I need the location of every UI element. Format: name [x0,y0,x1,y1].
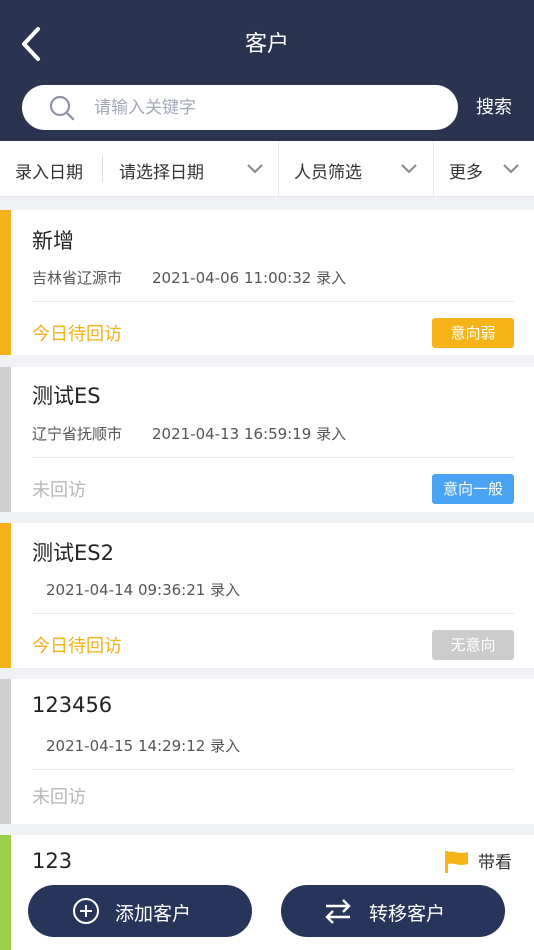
intent-badge: 意向一般 [432,474,514,504]
add-customer-label: 添加客户 [115,903,192,925]
customer-card[interactable]: 123456 2021-04-15 14:29:12 录入 未回访 [0,679,534,824]
search-input[interactable] [94,91,444,124]
divider [32,613,514,614]
add-customer-button[interactable]: 添加客户 [28,885,252,937]
flag-icon [445,851,468,873]
customer-region: 辽宁省抚顺市 [32,425,123,443]
search-button[interactable]: 搜索 [470,93,518,119]
divider [32,457,514,458]
customer-card[interactable]: 测试ES 辽宁省抚顺市 2021-04-13 16:59:19 录入 未回访 意… [0,367,534,512]
entry-time: 2021-04-06 11:00:32 录入 [152,269,347,287]
status-stripe [0,835,11,950]
transfer-customer-button[interactable]: 转移客户 [281,885,505,937]
search-box[interactable] [22,85,458,130]
filter-divider [278,141,279,197]
customer-name: 新增 [32,229,74,253]
entry-time: 2021-04-15 14:29:12 录入 [46,737,241,755]
customer-card[interactable]: 新增 吉林省辽源市 2021-04-06 11:00:32 录入 今日待回访 意… [0,210,534,355]
staff-filter[interactable]: 人员筛选 [294,158,362,183]
status-stripe [0,523,11,668]
customer-region: 吉林省辽源市 [32,269,123,287]
filter-divider [102,156,103,182]
date-select[interactable]: 请选择日期 [119,158,204,183]
app-header: 客户 搜索 [0,0,534,141]
customer-name: 测试ES2 [32,541,114,565]
status-stripe [0,679,11,824]
followup-status: 未回访 [32,787,86,808]
followup-status: 未回访 [32,480,86,501]
status-stripe [0,210,11,355]
filter-bar: 录入日期 请选择日期 人员筛选 更多 [0,141,534,197]
visit-badge-label: 带看 [478,853,512,873]
intent-badge: 意向弱 [432,318,514,348]
intent-badge: 无意向 [432,630,514,660]
entry-time: 2021-04-14 09:36:21 录入 [46,581,241,599]
chevron-down-icon[interactable] [246,163,264,175]
chevron-down-icon[interactable] [400,163,418,175]
customer-card[interactable]: 测试ES2 2021-04-14 09:36:21 录入 今日待回访 无意向 [0,523,534,668]
customer-name: 测试ES [32,384,101,408]
transfer-customer-label: 转移客户 [369,903,446,925]
transfer-arrows-icon [325,899,351,924]
customer-name: 123 [32,849,73,873]
status-stripe [0,367,11,512]
followup-status: 今日待回访 [32,636,122,657]
divider [32,769,514,770]
customer-name: 123456 [32,693,113,717]
followup-status: 今日待回访 [32,324,122,345]
entry-time: 2021-04-13 16:59:19 录入 [152,425,347,443]
entry-date-label: 录入日期 [15,163,83,183]
divider [32,301,514,302]
page-title: 客户 [244,32,289,57]
filter-divider [433,141,434,197]
search-icon [49,95,75,121]
chevron-down-icon[interactable] [502,163,520,175]
plus-circle-icon [73,898,99,924]
more-filter[interactable]: 更多 [449,158,483,183]
